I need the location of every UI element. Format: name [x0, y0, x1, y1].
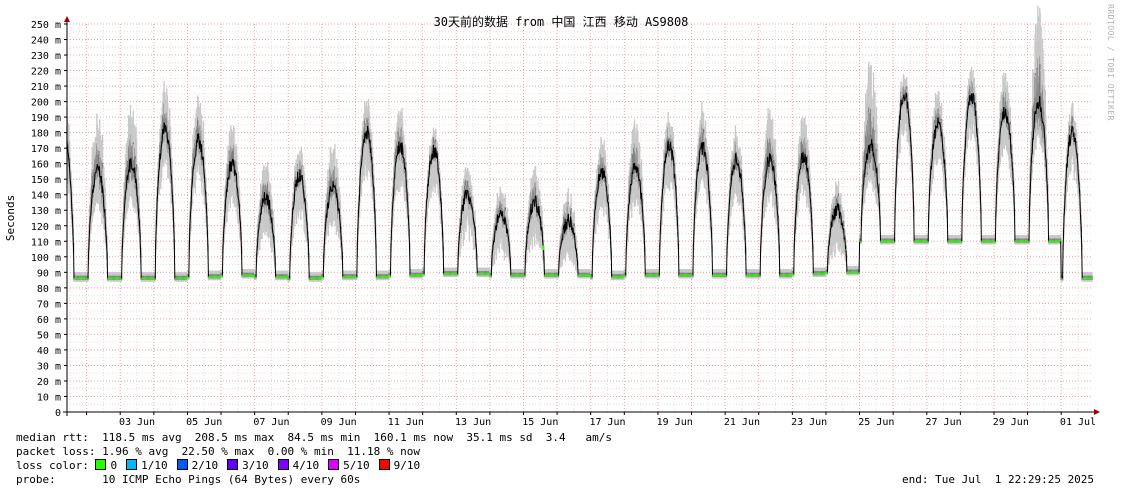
- latency-chart: 010 m20 m30 m40 m50 m60 m70 m80 m90 m100…: [4, 5, 1100, 428]
- grid: [67, 23, 1092, 412]
- smokeping-graph: 0 10 m 20 m 30 m 40 m 50 m 60 m 70 m 80 m 90 m 100…: [0, 0, 1121, 494]
